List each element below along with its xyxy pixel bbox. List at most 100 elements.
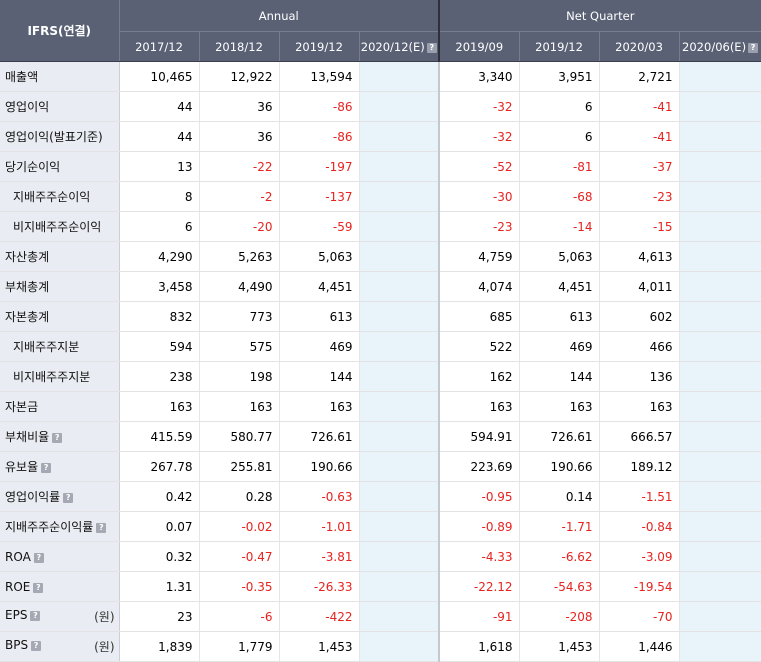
value-cell: 44 [119,121,200,152]
row-label: 영업이익률 [5,490,61,504]
value-cell: 4,290 [119,241,200,272]
estimate-value-cell [359,571,440,602]
estimate-value-cell [679,331,761,362]
estimate-value-cell [359,331,440,362]
value-cell: 144 [279,361,360,392]
help-icon[interactable]: ? [33,582,44,593]
estimate-value-cell [359,91,440,122]
value-cell: 36 [199,91,280,122]
value-cell: -81 [519,151,600,182]
value-cell: 4,613 [599,241,680,272]
unit-label: (원) [94,610,115,624]
period-header: 2019/12 [519,31,600,62]
estimate-value-cell [679,571,761,602]
value-cell: -0.63 [279,481,360,512]
help-icon[interactable]: ? [426,42,437,53]
value-cell: -70 [599,601,680,632]
row-label: 당기순이익 [5,160,61,174]
estimate-value-cell [359,601,440,632]
row-label: 부채총계 [5,280,50,294]
value-cell: -86 [279,121,360,152]
value-cell: 1,453 [279,631,360,662]
value-cell: -15 [599,211,680,242]
value-cell: 163 [599,391,680,422]
table-row: 지배주주지분 594 575 469 522 469 466 [0,331,761,362]
estimate-value-cell [359,301,440,332]
value-cell: -20 [199,211,280,242]
table-row: 자산총계 4,290 5,263 5,063 4,759 5,063 4,613 [0,241,761,272]
help-icon[interactable]: ? [52,433,63,443]
help-icon[interactable]: ? [96,523,107,533]
estimate-value-cell [679,391,761,422]
value-cell: 3,458 [119,271,200,302]
table-row: ROE? 1.31 -0.35 -26.33 -22.12 -54.63 -19.54 [0,571,761,602]
value-cell: 415.59 [119,421,200,452]
financial-highlights-table: IFRS(연결) Annual Net Quarter 2017/12 2018… [0,0,761,662]
value-cell: 189.12 [599,451,680,482]
value-cell: -41 [599,91,680,122]
period-header-text: 2020/06(E) [682,39,747,54]
value-cell: 594 [119,331,200,362]
value-cell: 1,453 [519,631,600,662]
row-label-cell: 자산총계 [0,241,120,272]
value-cell: 1,839 [119,631,200,662]
value-cell: 255.81 [199,451,280,482]
value-cell: -1.01 [279,511,360,542]
value-cell: 10,465 [119,61,200,92]
period-header: 2019/12 [279,31,360,62]
row-label-cell: 당기순이익 [0,151,120,182]
value-cell: 5,063 [519,241,600,272]
period-header-estimate: 2020/12(E)? [359,31,440,62]
estimate-value-cell [679,211,761,242]
value-cell: -19.54 [599,571,680,602]
value-cell: 469 [279,331,360,362]
value-cell: 2,721 [599,61,680,92]
row-label-cell: 영업이익(발표기준) [0,121,120,152]
help-icon[interactable]: ? [63,493,74,503]
row-label-cell: 매출액 [0,61,120,92]
value-cell: -4.33 [438,541,520,572]
value-cell: -3.09 [599,541,680,572]
period-header-text: 2020/12(E) [360,39,425,54]
value-cell: -23 [438,211,520,242]
row-label-cell: 영업이익 [0,91,120,122]
estimate-value-cell [359,421,440,452]
help-icon[interactable]: ? [30,611,41,621]
table-row: 유보율? 267.78 255.81 190.66 223.69 190.66 189.12 [0,451,761,482]
value-cell: 1,618 [438,631,520,662]
value-cell: -3.81 [279,541,360,572]
value-cell: 0.32 [119,541,200,572]
help-icon[interactable]: ? [31,641,42,651]
help-icon[interactable]: ? [33,552,44,563]
help-icon[interactable]: ? [748,42,759,53]
value-cell: 522 [438,331,520,362]
value-cell: 23 [119,601,200,632]
table-row: 당기순이익 13 -22 -197 -52 -81 -37 [0,151,761,182]
row-label-cell: 비지배주주지분 [0,361,120,392]
row-label-cell: ROE? [0,571,120,602]
row-label: 자산총계 [5,250,50,264]
value-cell: 666.57 [599,421,680,452]
row-label: 영업이익(발표기준) [5,130,103,144]
row-label: BPS [5,638,29,652]
value-cell: -86 [279,91,360,122]
value-cell: 8 [119,181,200,212]
estimate-value-cell [359,211,440,242]
estimate-value-cell [679,61,761,92]
value-cell: 163 [438,391,520,422]
value-cell: -2 [199,181,280,212]
table-row: 매출액 10,465 12,922 13,594 3,340 3,951 2,721 [0,61,761,92]
financial-rows: 매출액 10,465 12,922 13,594 3,340 3,951 2,721 영업이익… [0,61,761,662]
estimate-value-cell [679,481,761,512]
value-cell: 6 [519,91,600,122]
help-icon[interactable]: ? [41,463,52,473]
row-label: 자본총계 [5,310,50,324]
value-cell: 4,011 [599,271,680,302]
value-cell: -197 [279,151,360,182]
value-cell: 685 [438,301,520,332]
value-cell: 469 [519,331,600,362]
estimate-value-cell [359,121,440,152]
value-cell: -1.51 [599,481,680,512]
estimate-value-cell [359,181,440,212]
row-label-cell: 지배주주순이익률? [0,511,120,542]
